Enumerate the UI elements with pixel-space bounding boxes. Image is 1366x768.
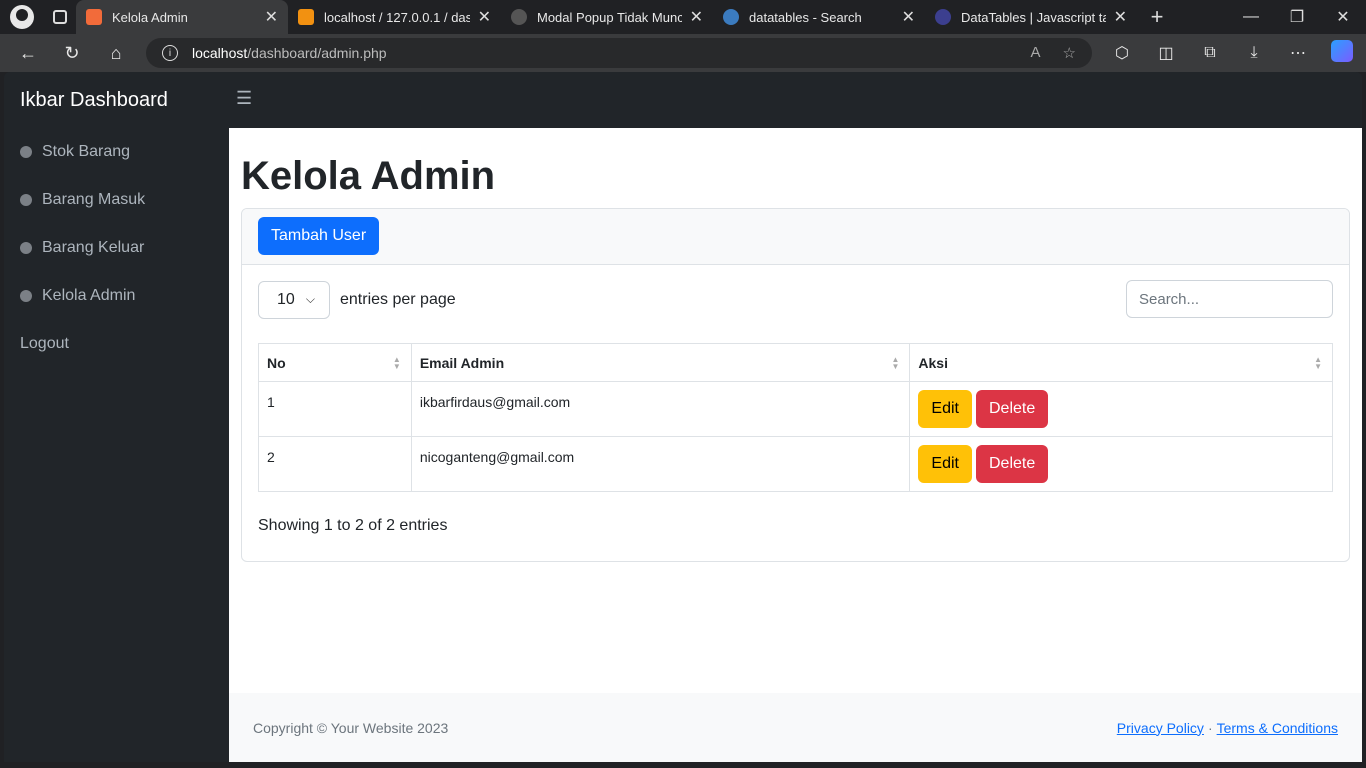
sidebar-item-label: Barang Keluar (42, 239, 145, 256)
sidebar: Stok Barang Barang Masuk Barang Keluar K… (4, 128, 229, 762)
browser-tab-phpmyadmin[interactable]: localhost / 127.0.0.1 / dashb ✕ (288, 0, 501, 34)
browser-tab-kelola-admin[interactable]: Kelola Admin ✕ (76, 0, 288, 34)
close-tab-icon[interactable]: ✕ (265, 7, 278, 27)
browser-tools: ⬡ ◫ ⧉ ⤓ ⋯ (1100, 34, 1364, 72)
url-path: /dashboard/admin.php (247, 45, 387, 61)
browser-tab-bar: Kelola Admin ✕ localhost / 127.0.0.1 / d… (0, 0, 1366, 34)
edit-button[interactable]: Edit (918, 445, 972, 483)
add-user-button[interactable]: Tambah User (258, 217, 380, 255)
close-window-icon[interactable]: ✕ (1320, 0, 1366, 34)
privacy-policy-link[interactable]: Privacy Policy (1117, 720, 1204, 736)
cell-actions: Edit Delete (909, 381, 1333, 437)
delete-button[interactable]: Delete (975, 390, 1049, 428)
sort-icon: ▲ ▼ (891, 355, 900, 371)
edit-button[interactable]: Edit (918, 390, 972, 428)
close-tab-icon[interactable]: ✕ (478, 7, 491, 27)
sidebar-item-logout[interactable]: Logout (4, 320, 229, 368)
back-icon[interactable]: ← (6, 34, 50, 72)
xampp-favicon-icon (86, 9, 102, 25)
tachometer-icon (20, 146, 32, 158)
cell-email: nicoganteng@gmail.com (410, 436, 911, 492)
tab-actions-icon[interactable] (44, 0, 76, 34)
column-header-email[interactable]: Email Admin ▲ ▼ (410, 343, 911, 382)
table-row: 2 nicoganteng@gmail.com Edit Delete (258, 436, 1333, 492)
site-info-icon[interactable]: i (162, 45, 178, 61)
profile-icon[interactable] (0, 0, 44, 34)
close-tab-icon[interactable]: ✕ (690, 7, 703, 27)
copyright-text: Copyright © Your Website 2023 (253, 719, 449, 736)
dashboard-app: Ikbar Dashboard ☰ Stok Barang Barang Mas… (4, 72, 1362, 762)
sort-icon: ▲ ▼ (1314, 355, 1322, 371)
column-header-no[interactable]: No ▲ ▼ (258, 343, 412, 382)
new-tab-icon[interactable]: + (1137, 4, 1177, 30)
downloads-icon[interactable]: ⤓ (1232, 44, 1276, 62)
column-header-aksi[interactable]: Aksi ▲ ▼ (909, 343, 1333, 382)
minimize-icon[interactable]: — (1228, 0, 1274, 34)
sidebar-item-label: Kelola Admin (42, 287, 136, 304)
extensions-icon[interactable]: ⬡ (1100, 43, 1144, 63)
browser-tab-modal-popup[interactable]: Modal Popup Tidak Muncul ✕ (501, 0, 713, 34)
read-aloud-icon[interactable]: A (1031, 44, 1041, 62)
split-screen-icon[interactable]: ◫ (1144, 43, 1188, 63)
main-content: Kelola Admin Tambah User 10 ⌵ entries pe… (229, 128, 1362, 762)
footer-separator: · (1207, 719, 1213, 736)
more-menu-icon[interactable]: ⋯ (1276, 43, 1320, 63)
sidebar-item-stok-barang[interactable]: Stok Barang (4, 128, 229, 176)
refresh-icon[interactable]: ↻ (50, 34, 94, 72)
navbar-brand[interactable]: Ikbar Dashboard (20, 72, 168, 128)
sidebar-item-label: Barang Masuk (42, 191, 146, 208)
admin-table: No ▲ ▼ Email Admin ▲ ▼ Aksi ▲ ▼ 1 ikbarfirdaus… (258, 343, 1333, 492)
footer-links: Privacy Policy · Terms & Conditions (1117, 720, 1338, 736)
datatables-favicon-icon (935, 9, 951, 25)
collections-icon[interactable]: ⧉ (1188, 44, 1232, 62)
tachometer-icon (20, 194, 32, 206)
copilot-icon[interactable] (1320, 39, 1364, 67)
address-bar[interactable]: i localhost/dashboard/admin.php A ☆ (146, 38, 1092, 68)
terms-link[interactable]: Terms & Conditions (1217, 720, 1338, 736)
github-favicon-icon (511, 9, 527, 25)
sidebar-item-kelola-admin[interactable]: Kelola Admin (4, 272, 229, 320)
cell-email: ikbarfirdaus@gmail.com (410, 381, 911, 437)
footer: Copyright © Your Website 2023 Privacy Po… (229, 693, 1362, 762)
search-favicon-icon (723, 9, 739, 25)
table-info: Showing 1 to 2 of 2 entries (258, 517, 448, 534)
sidebar-item-label: Stok Barang (42, 143, 131, 160)
card-header: Tambah User (242, 209, 1349, 265)
window-controls: — ❐ ✕ (1228, 0, 1366, 34)
sort-icon: ▲ ▼ (392, 355, 401, 371)
page-title: Kelola Admin (241, 154, 496, 198)
browser-toolbar: ← ↻ ⌂ i localhost/dashboard/admin.php A … (0, 34, 1366, 72)
tachometer-icon (20, 242, 32, 254)
tachometer-icon (20, 290, 32, 302)
favorite-star-icon[interactable]: ☆ (1063, 44, 1076, 62)
restore-icon[interactable]: ❐ (1274, 0, 1320, 34)
admin-card: Tambah User 10 ⌵ entries per page No▲▼ E… (241, 208, 1350, 562)
close-tab-icon[interactable]: ✕ (902, 7, 915, 27)
close-tab-icon[interactable]: ✕ (1114, 7, 1127, 27)
cell-no: 2 (258, 436, 412, 492)
chevron-down-icon: ⌵ (305, 292, 315, 306)
entries-per-page-label: entries per page (340, 291, 456, 308)
entries-per-page: 10 ⌵ entries per page (258, 281, 456, 319)
sidebar-item-barang-masuk[interactable]: Barang Masuk (4, 176, 229, 224)
cell-no: 1 (258, 381, 412, 437)
sidebar-toggle-icon[interactable]: ☰ (236, 88, 252, 109)
sidebar-item-barang-keluar[interactable]: Barang Keluar (4, 224, 229, 272)
url-host: localhost (192, 45, 248, 61)
entries-per-page-select[interactable]: 10 ⌵ (258, 281, 330, 319)
home-icon[interactable]: ⌂ (94, 34, 138, 72)
phpmyadmin-favicon-icon (298, 9, 314, 25)
table-row: 1 ikbarfirdaus@gmail.com Edit Delete (258, 381, 1333, 437)
cell-actions: Edit Delete (909, 436, 1333, 492)
browser-tab-search[interactable]: datatables - Search ✕ (713, 0, 925, 34)
search-input[interactable] (1126, 280, 1333, 318)
browser-tab-datatables[interactable]: DataTables | Javascript table ✕ (925, 0, 1137, 34)
delete-button[interactable]: Delete (975, 445, 1049, 483)
